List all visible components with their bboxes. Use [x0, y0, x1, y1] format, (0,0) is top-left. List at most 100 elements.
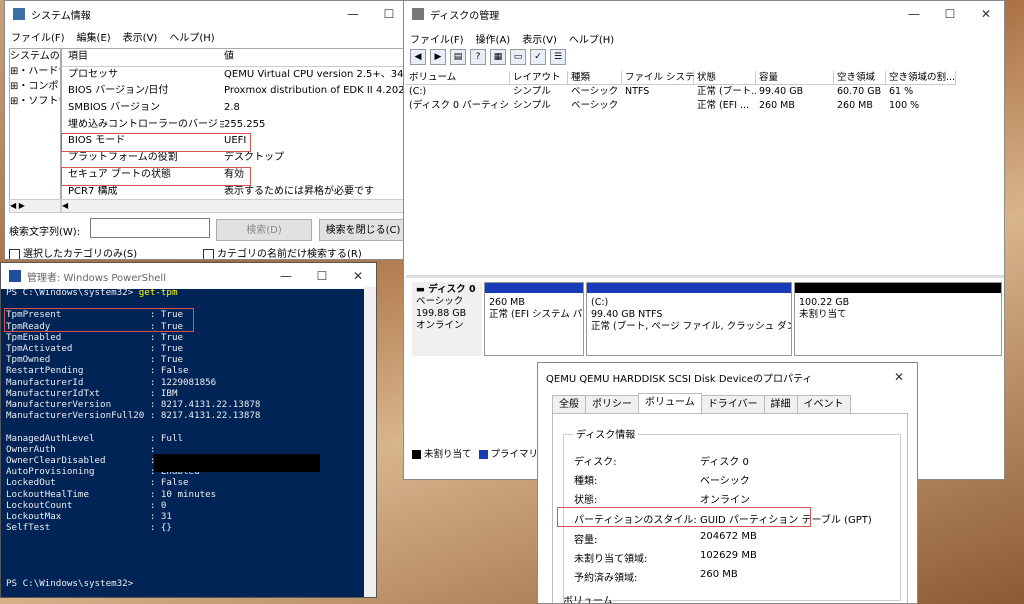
cell: 99.40 GB: [759, 86, 804, 97]
menu-edit[interactable]: 編集(E): [77, 29, 111, 44]
col-type[interactable]: 種類: [568, 71, 622, 85]
header-value[interactable]: 値: [224, 49, 406, 66]
menu-help[interactable]: ヘルプ(H): [169, 29, 214, 44]
table-row[interactable]: プロセッサ QEMU Virtual CPU version 2.5+、3408: [62, 67, 406, 84]
partition-unallocated[interactable]: 100.22 GB 未割り当て: [794, 282, 1002, 356]
row-value: UEFI: [224, 135, 247, 147]
command: get-tpm: [138, 287, 178, 298]
disk0-type: ベーシック: [416, 296, 464, 307]
col-free-pct[interactable]: 空き領域の割...: [886, 71, 956, 85]
partition-c[interactable]: (C:) 99.40 GB NTFS 正常 (ブート, ページ ファイル, クラッシ…: [586, 282, 792, 356]
menu-help[interactable]: ヘルプ(H): [569, 31, 614, 46]
table-row[interactable]: プラットフォームの役割 デスクトップ: [62, 150, 406, 167]
search-input[interactable]: [90, 218, 210, 238]
checkbox-icon: [9, 248, 20, 259]
list-icon[interactable]: ☰: [550, 49, 566, 65]
back-icon[interactable]: ◀: [410, 49, 426, 65]
menu-file[interactable]: ファイル(F): [11, 29, 65, 44]
disk0-size: 199.88 GB: [416, 308, 467, 319]
disk-title: ディスクの管理: [430, 10, 500, 22]
table-row[interactable]: (ディスク 0 パーティシ... シンプル ベーシック 正常 (EFI ... …: [406, 99, 1004, 113]
menu-view[interactable]: 表示(V): [522, 31, 557, 46]
close-search-button[interactable]: 検索を閉じる(C): [319, 219, 407, 241]
tab-driver[interactable]: ドライバー: [700, 395, 765, 414]
part-l2: 99.40 GB NTFS: [591, 309, 663, 320]
maximize-button[interactable]: ☐: [371, 7, 407, 21]
console-scrollbar[interactable]: [364, 287, 376, 597]
minimize-button[interactable]: —: [335, 7, 371, 21]
maximize-button[interactable]: ☐: [304, 269, 340, 283]
col-volume[interactable]: ボリューム: [406, 71, 510, 85]
disk-properties-dialog: QEMU QEMU HARDDISK SCSI Disk Deviceのプロパテ…: [537, 362, 918, 604]
grid-scrollbar[interactable]: ◀: [61, 199, 407, 213]
ps-titlebar[interactable]: 管理者: Windows PowerShell — ☐ ✕: [1, 263, 376, 289]
field-value: オンライン: [700, 495, 750, 506]
tab-details[interactable]: 詳細: [763, 395, 798, 414]
tree-item[interactable]: ⊞・ハードウ: [10, 64, 60, 79]
checkbox-label: 選択したカテゴリのみ(S): [23, 249, 138, 260]
tree-item[interactable]: ⊞・ソフトウ: [10, 94, 60, 109]
partition-text: (C:) 99.40 GB NTFS 正常 (ブート, ページ ファイル, クラッシ…: [587, 293, 791, 337]
tree-scrollbar[interactable]: ◀ ▶: [9, 199, 61, 213]
menu-action[interactable]: 操作(A): [476, 31, 511, 46]
col-filesystem[interactable]: ファイル システム: [622, 71, 704, 85]
ps-title: 管理者: Windows PowerShell: [27, 272, 166, 284]
tab-volumes[interactable]: ボリューム: [638, 393, 702, 414]
forward-icon[interactable]: ▶: [430, 49, 446, 65]
console-lines: TpmPresent : True TpmReady : True TpmEna…: [6, 309, 261, 590]
console-output[interactable]: PS C:\Windows\system32> get-tpm TpmPrese…: [6, 287, 361, 597]
close-button[interactable]: ✕: [340, 269, 376, 283]
maximize-button[interactable]: ☐: [932, 7, 968, 21]
header-item[interactable]: 項目: [62, 49, 224, 66]
check-icon[interactable]: ✓: [530, 49, 546, 65]
row-value: QEMU Virtual CPU version 2.5+、3408: [224, 68, 406, 80]
col-status[interactable]: 状態: [694, 71, 756, 85]
row-item: SMBIOS バージョン: [68, 102, 160, 114]
checkbox-icon: [203, 248, 214, 259]
disk-titlebar[interactable]: ディスクの管理 — ☐ ✕: [404, 1, 1004, 27]
partition-efi[interactable]: 260 MB正常 (EFI システム パーティション): [484, 282, 584, 356]
category-tree[interactable]: システムの ⊞・ハードウ ⊞・コンポ ⊞・ソフトウ: [9, 48, 61, 200]
disk0-info[interactable]: ▬ ディスク 0 ベーシック 199.88 GB オンライン: [412, 282, 482, 356]
console-tree-icon[interactable]: ▤: [450, 49, 466, 65]
menu-file[interactable]: ファイル(F): [410, 31, 464, 46]
table-row[interactable]: (C:) シンプル ベーシック NTFS 正常 (ブート... 99.40 GB…: [406, 85, 1004, 99]
table-row[interactable]: 埋め込みコントローラーのバージョン 255.255: [62, 117, 406, 134]
field-value: ベーシック: [700, 476, 750, 487]
close-button[interactable]: ✕: [881, 370, 917, 384]
tab-events[interactable]: イベント: [796, 395, 851, 414]
field-value: 204672 MB: [700, 531, 757, 542]
names-only-checkbox[interactable]: カテゴリの名前だけ検索する(R): [203, 245, 362, 259]
props-title: QEMU QEMU HARDDISK SCSI Disk Deviceのプロパテ…: [546, 373, 813, 385]
volume-table: ボリューム レイアウト 種類 ファイル システム 状態 容量 空き領域 空き領域…: [406, 71, 1004, 113]
help-icon[interactable]: ?: [470, 49, 486, 65]
col-capacity[interactable]: 容量: [756, 71, 834, 85]
sysinfo-titlebar[interactable]: システム情報 — ☐: [5, 1, 407, 27]
row-value: デスクトップ: [224, 152, 284, 164]
tree-item[interactable]: システムの: [10, 49, 60, 64]
search-button[interactable]: 検索(D): [216, 219, 312, 241]
menu-view[interactable]: 表示(V): [123, 29, 158, 44]
disk-icon[interactable]: ▭: [510, 49, 526, 65]
row-value: 表示するためには昇格が必要です: [224, 185, 374, 197]
close-button[interactable]: ✕: [968, 7, 1004, 21]
field-label: 種類:: [574, 476, 598, 487]
properties-icon[interactable]: ▦: [490, 49, 506, 65]
system-info-icon: [13, 8, 25, 20]
primary-swatch: [478, 450, 488, 459]
minimize-button[interactable]: —: [896, 7, 932, 21]
table-row[interactable]: BIOS バージョン/日付 Proxmox distribution of EDK…: [62, 83, 406, 100]
part-l1: (C:): [591, 297, 609, 308]
powershell-window: 管理者: Windows PowerShell — ☐ ✕ PS C:\Wind…: [0, 262, 377, 598]
tab-policy[interactable]: ポリシー: [585, 395, 639, 414]
cell: 100 %: [889, 100, 920, 111]
table-row[interactable]: SMBIOS バージョン 2.8: [62, 100, 406, 117]
tab-general[interactable]: 全般: [552, 395, 586, 414]
col-layout[interactable]: レイアウト: [510, 71, 568, 85]
cell: 正常 (ブート...: [697, 86, 756, 97]
col-free[interactable]: 空き領域: [834, 71, 886, 85]
tree-item[interactable]: ⊞・コンポ: [10, 79, 60, 94]
props-titlebar[interactable]: QEMU QEMU HARDDISK SCSI Disk Deviceのプロパテ…: [538, 363, 917, 391]
only-selected-checkbox[interactable]: 選択したカテゴリのみ(S): [9, 245, 138, 260]
minimize-button[interactable]: —: [268, 269, 304, 283]
